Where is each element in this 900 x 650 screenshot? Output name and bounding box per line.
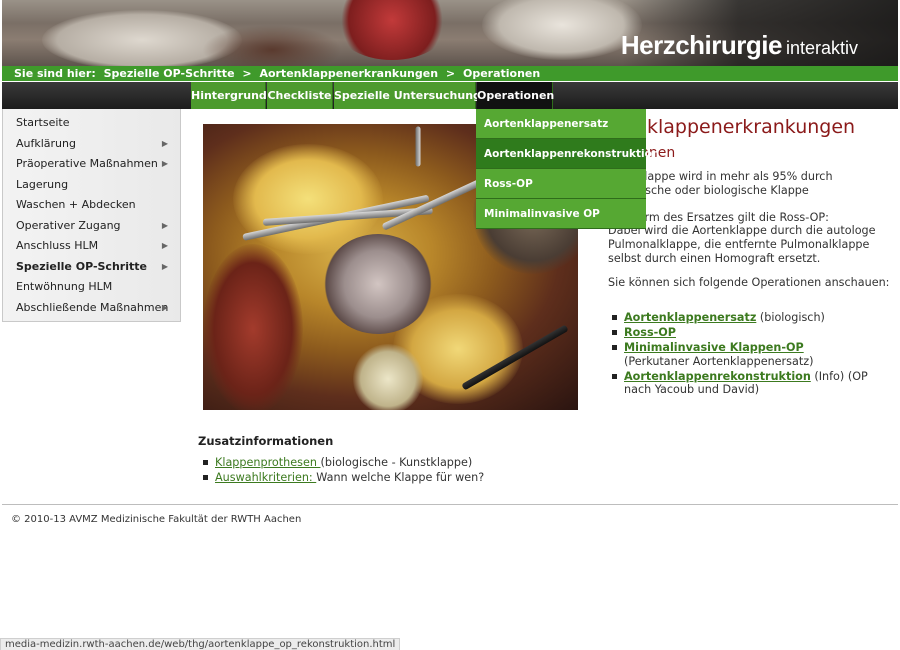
sidebar-item-label: Startseite — [16, 116, 70, 129]
link-aortenklappenersatz[interactable]: Aortenklappenersatz — [624, 311, 756, 324]
intro-line: echanische oder biologische Klappe — [608, 183, 809, 197]
site-title-suffix: interaktiv — [785, 38, 858, 58]
sidebar-item-label: Abschließende Maßnahmen — [16, 300, 169, 314]
browser-status-url: media-medizin.rwth-aachen.de/web/thg/aor… — [0, 638, 401, 650]
list-item: Minimalinvasive Klappen-OP (Perkutaner Ao… — [608, 341, 893, 368]
site-title-main: Herzchirurgie — [620, 30, 783, 60]
sidebar-item-label: Waschen + Abdecken — [16, 198, 136, 211]
section-title-zusatzinformationen: Zusatzinformationen — [198, 434, 334, 448]
intro-line: selbst durch einen Homograft ersetzt. — [608, 251, 821, 265]
sidebar-item-label: Lagerung — [16, 177, 69, 191]
sidebar-item-label: Entwöhnung HLM — [16, 280, 113, 293]
breadcrumb-current: Operationen — [462, 67, 541, 80]
tab-spezielle-untersuchungen[interactable]: Spezielle Untersuchungen — [334, 82, 496, 109]
zusatz-list: Klappenprothesen (biologische - Kunstkla… — [198, 455, 484, 485]
list-item: Klappenprothesen (biologische - Kunstkla… — [198, 455, 484, 470]
chevron-right-icon: ▶ — [161, 261, 168, 271]
list-item: Auswahlkriterien: Wann welche Klappe für… — [198, 470, 484, 485]
sidebar-item-lagerung[interactable]: Lagerung — [3, 175, 180, 196]
main-nav: Hintergrund Checkliste Spezielle Untersu… — [2, 82, 898, 115]
breadcrumb-item[interactable]: Aortenklappenerkrankungen — [259, 67, 438, 80]
link-auswahlkriterien[interactable]: Auswahlkriterien: — [215, 471, 316, 484]
link-klappenprothesen[interactable]: Klappenprothesen — [215, 456, 321, 469]
link-aortenklappenrekonstruktion[interactable]: Aortenklappenrekonstruktion — [624, 370, 811, 383]
intro-line: ortenklappe wird in mehr als 95% durch — [608, 170, 833, 183]
intro-text: ortenklappe wird in mehr als 95% durch e… — [608, 170, 893, 265]
chevron-right-icon: ▶ — [161, 302, 168, 312]
zusatz-text: (biologische - Kunstklappe) — [320, 456, 473, 469]
sidebar-item-waschen-abdecken[interactable]: Waschen + Abdecken — [3, 195, 180, 216]
zusatz-text: Wann welche Klappe für wen? — [316, 471, 485, 484]
sidebar-item-operativer-zugang[interactable]: Operativer Zugang ▶ — [3, 216, 180, 237]
tab-checkliste[interactable]: Checkliste — [267, 82, 333, 109]
link-ross-op[interactable]: Ross-OP — [624, 326, 676, 339]
operation-note: (biologisch) — [756, 311, 825, 324]
sidebar-item-entwoehnung-hlm[interactable]: Entwöhnung HLM — [3, 277, 180, 298]
link-minimalinvasive-klappen-op[interactable]: Minimalinvasive Klappen-OP — [624, 341, 804, 354]
sidebar-item-label: Spezielle OP-Schritte — [16, 259, 147, 273]
sidebar-item-label: Operativer Zugang — [16, 218, 121, 232]
breadcrumb: Sie sind hier: Spezielle OP-Schritte > A… — [2, 66, 898, 81]
menu-item-aortenklappenrekonstruktion[interactable]: Aortenklappenrekonstruktion — [476, 139, 659, 169]
sidebar-item-praeoperative-massnahmen[interactable]: Präoperative Maßnahmen ▶ — [3, 154, 180, 175]
breadcrumb-prefix: Sie sind hier: — [14, 67, 96, 80]
breadcrumb-separator: > — [445, 67, 456, 80]
menu-item-minimalinvasive-op[interactable]: Minimalinvasive OP — [476, 199, 646, 229]
list-item: Ross-OP — [608, 326, 893, 340]
sidebar-nav: Startseite Aufklärung ▶ Präoperative Maßn… — [2, 109, 181, 322]
sidebar-item-spezielle-op-schritte[interactable]: Spezielle OP-Schritte ▶ — [3, 257, 180, 278]
chevron-right-icon: ▶ — [161, 241, 168, 250]
list-item: Aortenklappenersatz (biologisch) — [608, 311, 893, 325]
list-item: Aortenklappenrekonstruktion (Info) (OP n… — [608, 370, 893, 397]
operations-intro: Sie können sich folgende Operationen ans… — [608, 276, 890, 289]
header-banner: Herzchirurgie interaktiv — [2, 0, 898, 66]
footer-divider — [2, 504, 898, 505]
intro-line: Dabei wird die Aortenklappe durch die au… — [608, 224, 876, 238]
tab-operationen[interactable]: Operationen — [477, 82, 554, 115]
sidebar-item-label: Aufklärung — [16, 136, 76, 150]
intro-line: Pulmonalklappe, die entfernte Pulmonalkl… — [608, 237, 870, 251]
chevron-right-icon: ▶ — [161, 220, 168, 230]
sidebar-item-startseite[interactable]: Startseite — [3, 113, 180, 134]
sidebar-item-label: Präoperative Maßnahmen — [16, 157, 158, 170]
breadcrumb-item[interactable]: Spezielle OP-Schritte — [104, 67, 235, 80]
operations-list: Aortenklappenersatz (biologisch) Ross-OP… — [608, 311, 893, 399]
sidebar-item-label: Anschluss HLM — [16, 239, 99, 252]
tab-hintergrund[interactable]: Hintergrund — [191, 82, 267, 109]
sidebar-item-abschliessende-massnahmen[interactable]: Abschließende Maßnahmen ▶ — [3, 298, 180, 319]
intro-line: . — [608, 197, 893, 211]
menu-item-aortenklappenersatz[interactable]: Aortenklappenersatz — [476, 109, 646, 139]
operationen-dropdown-menu: Aortenklappenersatz Aortenklappenrekonst… — [476, 109, 659, 229]
intro-line: nderform des Ersatzes gilt die Ross-OP: — [608, 210, 829, 224]
sidebar-item-anschluss-hlm[interactable]: Anschluss HLM ▶ — [3, 236, 180, 257]
sidebar-item-aufklaerung[interactable]: Aufklärung ▶ — [3, 134, 180, 155]
menu-item-ross-op[interactable]: Ross-OP — [476, 169, 646, 199]
chevron-right-icon: ▶ — [161, 138, 168, 148]
chevron-right-icon: ▶ — [161, 159, 168, 168]
footer-copyright: © 2010-13 AVMZ Medizinische Fakultät der… — [11, 514, 302, 525]
operation-note: (Perkutaner Aortenklappenersatz) — [624, 354, 814, 368]
breadcrumb-separator: > — [242, 67, 252, 80]
site-title[interactable]: Herzchirurgie interaktiv — [621, 30, 858, 61]
